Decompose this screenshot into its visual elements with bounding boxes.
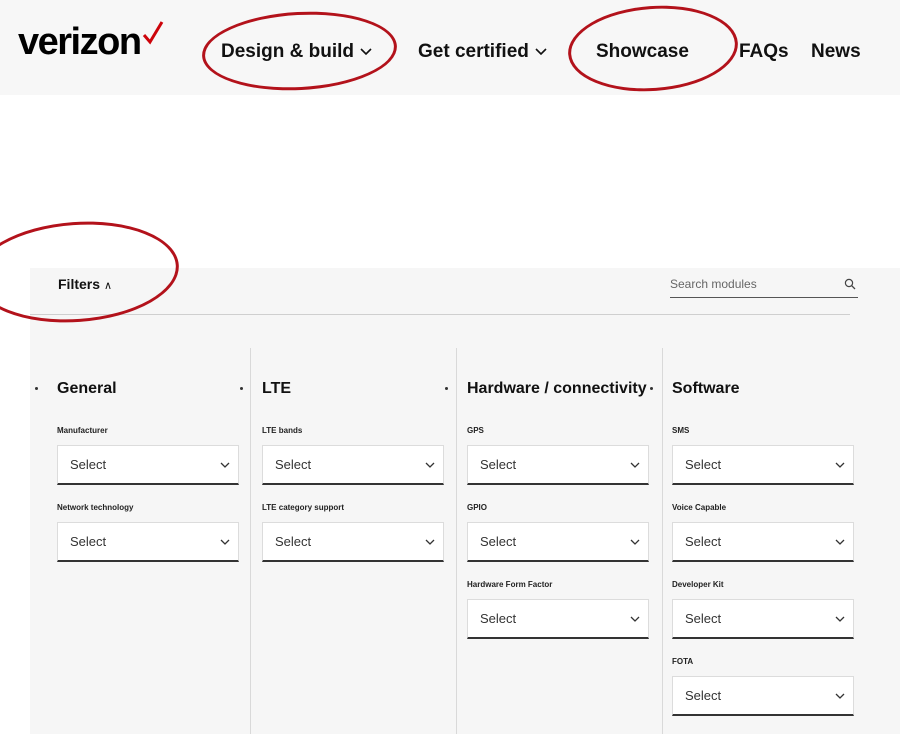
filter-column-software: Software SMS Select Voice Capable Select… <box>650 378 862 716</box>
checkmark-icon <box>142 21 163 45</box>
nav-label: FAQs <box>739 41 789 62</box>
field-label: GPIO <box>467 503 488 512</box>
gps-select[interactable]: Select <box>467 445 649 485</box>
developer-kit-select[interactable]: Select <box>672 599 854 639</box>
column-title: Software <box>672 380 740 397</box>
search-input[interactable] <box>670 272 840 296</box>
field-label: SMS <box>672 426 690 435</box>
chevron-down-icon <box>535 48 547 56</box>
lte-bands-select[interactable]: Select <box>262 445 444 485</box>
nav-faqs[interactable]: FAQs <box>739 41 789 63</box>
bullet-icon <box>445 387 448 390</box>
chevron-down-icon <box>835 616 845 622</box>
select-value: Select <box>685 611 722 626</box>
filter-column-general: General Manufacturer Select Network tech… <box>35 378 247 562</box>
column-header: Hardware / connectivity <box>445 378 657 406</box>
field-label: GPS <box>467 426 484 435</box>
lte-category-select[interactable]: Select <box>262 522 444 562</box>
column-title: LTE <box>262 380 292 397</box>
site-header: verizon Design & build Get certified Sho… <box>0 0 900 95</box>
chevron-down-icon <box>630 539 640 545</box>
fota-select[interactable]: Select <box>672 676 854 716</box>
manufacturer-select[interactable]: Select <box>57 445 239 485</box>
select-value: Select <box>685 457 722 472</box>
column-divider <box>662 348 663 734</box>
select-value: Select <box>480 534 517 549</box>
voice-capable-select[interactable]: Select <box>672 522 854 562</box>
column-header: Software <box>650 378 862 406</box>
field-label: Developer Kit <box>672 580 724 589</box>
verizon-logo[interactable]: verizon <box>18 21 164 63</box>
bullet-icon <box>650 387 653 390</box>
panel-divider <box>30 314 850 315</box>
nav-label: News <box>811 41 861 62</box>
chevron-down-icon <box>630 616 640 622</box>
logo-wordmark: verizon <box>18 21 142 63</box>
field-label: Manufacturer <box>57 426 108 435</box>
chevron-down-icon <box>835 693 845 699</box>
field-label: Network technology <box>57 503 134 512</box>
filter-column-lte: LTE LTE bands Select LTE category suppor… <box>240 378 452 562</box>
field-label: LTE bands <box>262 426 303 435</box>
select-value: Select <box>685 534 722 549</box>
sms-select[interactable]: Select <box>672 445 854 485</box>
select-value: Select <box>480 457 517 472</box>
chevron-down-icon <box>835 539 845 545</box>
column-header: General <box>35 378 247 406</box>
chevron-down-icon <box>220 462 230 468</box>
filter-column-hardware: Hardware / connectivity GPS Select GPIO … <box>445 378 657 639</box>
chevron-down-icon <box>425 539 435 545</box>
column-title: Hardware / connectivity <box>467 380 647 397</box>
chevron-down-icon <box>835 462 845 468</box>
field-label: Hardware Form Factor <box>467 580 553 589</box>
select-value: Select <box>275 534 312 549</box>
gpio-select[interactable]: Select <box>467 522 649 562</box>
caret-up-icon: ∧ <box>104 280 113 292</box>
search-box <box>670 272 858 298</box>
field-label: Voice Capable <box>672 503 727 512</box>
filter-panel: Filters∧ General Manufacturer Select Net… <box>30 268 900 734</box>
bullet-icon <box>35 387 38 390</box>
chevron-down-icon <box>360 48 372 56</box>
nav-label: Design & build <box>221 41 354 62</box>
column-header: LTE <box>240 378 452 406</box>
select-value: Select <box>70 534 107 549</box>
select-value: Select <box>275 457 312 472</box>
nav-label: Get certified <box>418 41 529 62</box>
field-label: LTE category support <box>262 503 345 512</box>
filters-toggle[interactable]: Filters ∧ <box>58 276 112 292</box>
chevron-down-icon <box>630 462 640 468</box>
bullet-icon <box>240 387 243 390</box>
nav-label: Showcase <box>596 41 689 62</box>
search-icon[interactable] <box>844 278 856 290</box>
select-value: Select <box>480 611 517 626</box>
field-label: FOTA <box>672 657 694 666</box>
select-value: Select <box>70 457 107 472</box>
hardware-form-factor-select[interactable]: Select <box>467 599 649 639</box>
chevron-down-icon <box>220 539 230 545</box>
network-technology-select[interactable]: Select <box>57 522 239 562</box>
column-title: General <box>57 380 117 397</box>
nav-get-certified[interactable]: Get certified <box>418 41 547 63</box>
column-divider <box>456 348 457 734</box>
chevron-down-icon <box>425 462 435 468</box>
nav-design-build[interactable]: Design & build <box>221 41 372 63</box>
nav-news[interactable]: News <box>811 41 861 63</box>
filters-label: Filters <box>58 276 101 292</box>
select-value: Select <box>685 688 722 703</box>
nav-showcase[interactable]: Showcase <box>596 41 689 63</box>
column-divider <box>250 348 251 734</box>
